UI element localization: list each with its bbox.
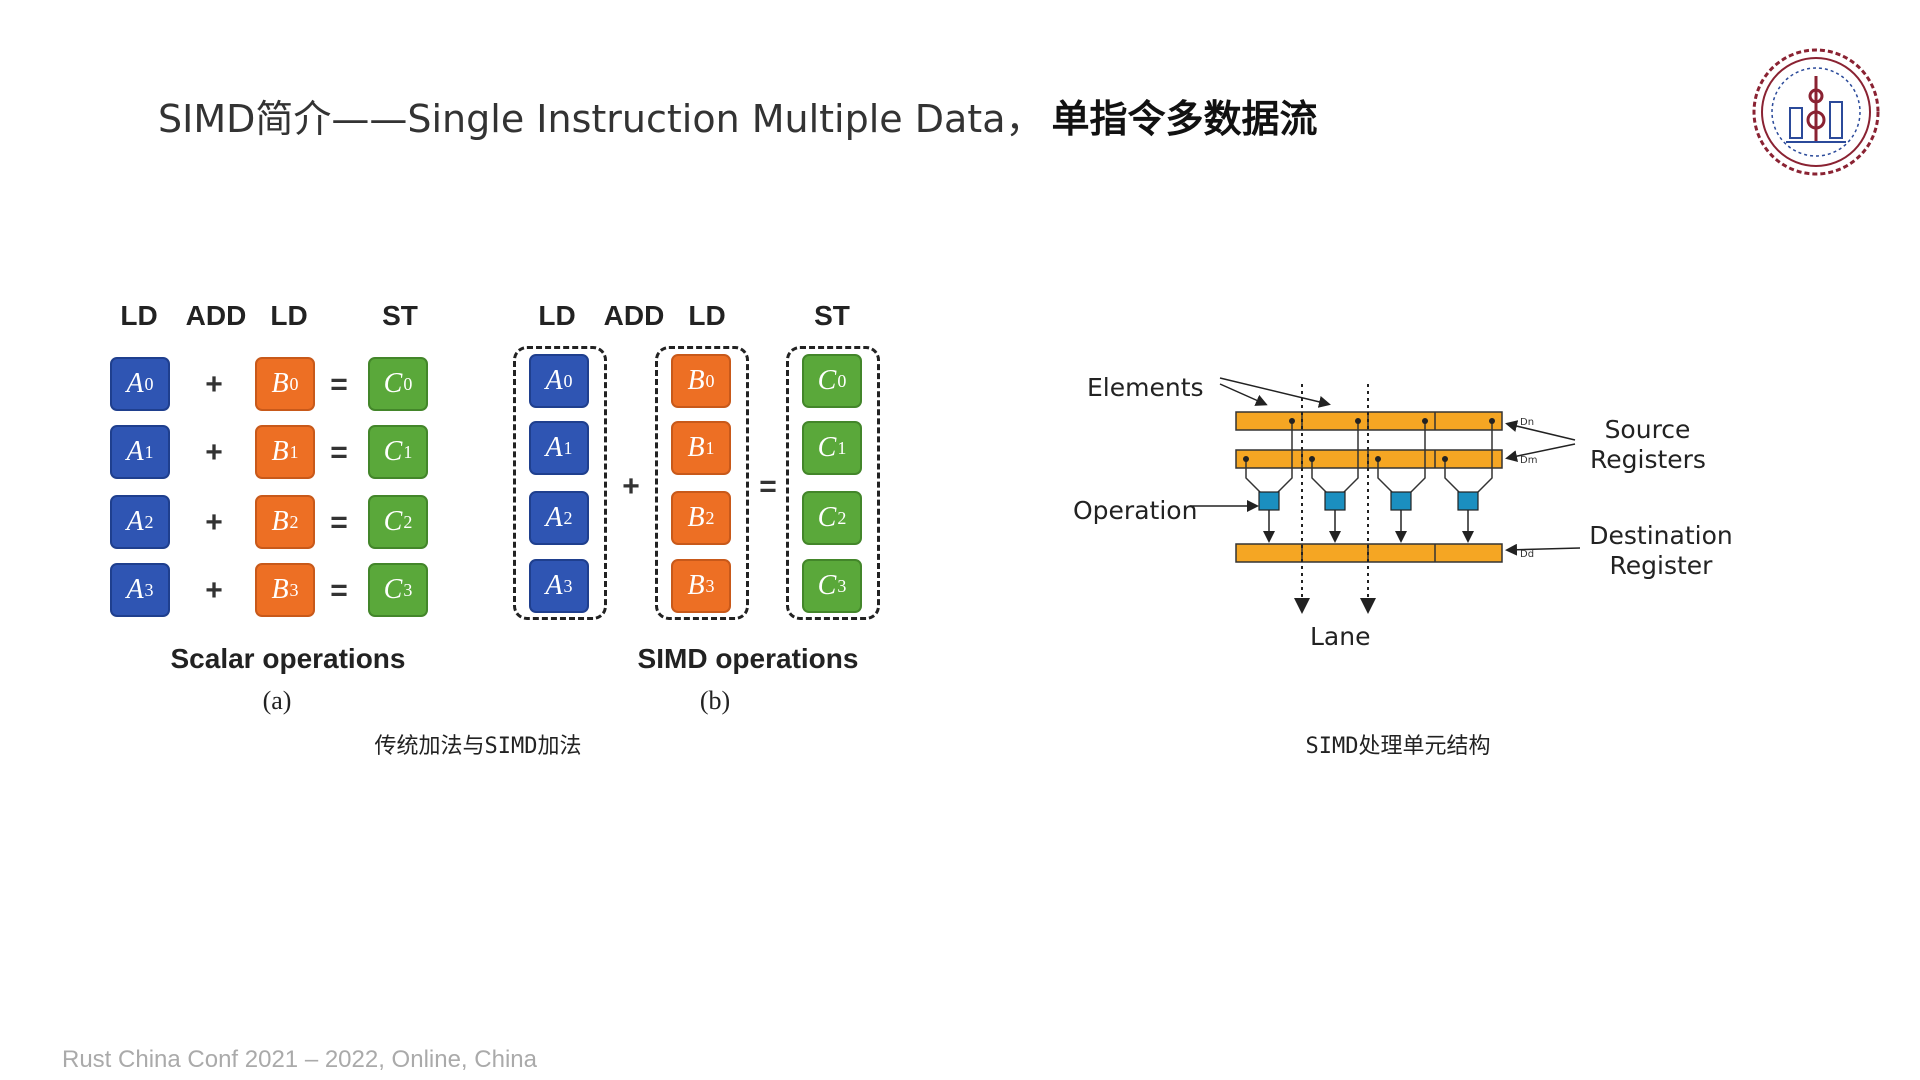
scalar-a1-box: A1 [110,425,170,479]
simd-sublabel: (b) [699,686,731,715]
simd-plus: + [622,470,640,503]
simd-b0-box: B0 [671,354,731,408]
scalar-plus-1: + [205,436,223,469]
scalar-plus-2: + [205,506,223,539]
simd-unit-diagram: Dn Dm Dd [1190,377,1581,614]
dn-label: Dn [1520,417,1534,428]
simd-equals: = [759,470,777,503]
scalar-c3-box: C3 [368,563,428,617]
scalar-header-ld1: LD [120,300,158,331]
source-register-dm [1235,449,1503,469]
footer-text: Rust China Conf 2021 – 2022, Online, Chi… [62,1046,537,1073]
scalar-b1-box: B1 [255,425,315,479]
operation-units [1258,491,1479,511]
scalar-a2-box: A2 [110,495,170,549]
scalar-equals-0: = [330,368,348,401]
simd-header-ld1: LD [538,300,576,331]
conference-seal-icon [1752,48,1880,176]
simd-c3-box: C3 [802,559,862,613]
slide-title-bold: 单指令多数据流 [1051,97,1318,141]
simd-a0-box: A0 [529,354,589,408]
simd-c0-box: C0 [802,354,862,408]
simd-c2-box: C2 [802,491,862,545]
slide-title: SIMD简介——Single Instruction Multiple Data… [158,88,1318,143]
scalar-equals-2: = [330,506,348,539]
dd-label: Dd [1520,549,1534,560]
scalar-header-ld2: LD [270,300,308,331]
scalar-a0-box: A0 [110,357,170,411]
right-figure-caption: SIMD处理单元结构 [1305,734,1491,759]
scalar-b2-box: B2 [255,495,315,549]
scalar-b0-box: B0 [255,357,315,411]
scalar-plus-0: + [205,368,223,401]
dm-label: Dm [1520,455,1537,466]
scalar-equals-3: = [330,574,348,607]
source-registers-label: Source Registers [1590,415,1706,474]
simd-b1-box: B1 [671,421,731,475]
simd-title: SIMD operations [637,643,859,674]
destination-register-label: Destination Register [1589,521,1733,580]
scalar-equals-1: = [330,436,348,469]
scalar-plus-3: + [205,574,223,607]
simd-a1-box: A1 [529,421,589,475]
simd-b3-box: B3 [671,559,731,613]
scalar-c2-box: C2 [368,495,428,549]
scalar-header-st: ST [382,300,418,331]
slide-title-prefix: SIMD简介——Single Instruction Multiple Data… [158,97,1044,141]
scalar-title: Scalar operations [170,643,406,674]
scalar-header-add: ADD [185,300,247,331]
scalar-b3-box: B3 [255,563,315,617]
scalar-a3-box: A3 [110,563,170,617]
left-figure-caption: 传统加法与SIMD加法 [374,734,582,759]
scalar-c0-box: C0 [368,357,428,411]
simd-c1-box: C1 [802,421,862,475]
simd-a2-box: A2 [529,491,589,545]
scalar-c1-box: C1 [368,425,428,479]
simd-b2-box: B2 [671,491,731,545]
simd-header-add: ADD [603,300,665,331]
simd-header-ld2: LD [688,300,726,331]
simd-a3-box: A3 [529,559,589,613]
simd-header-st: ST [814,300,850,331]
scalar-sublabel: (a) [262,686,292,715]
